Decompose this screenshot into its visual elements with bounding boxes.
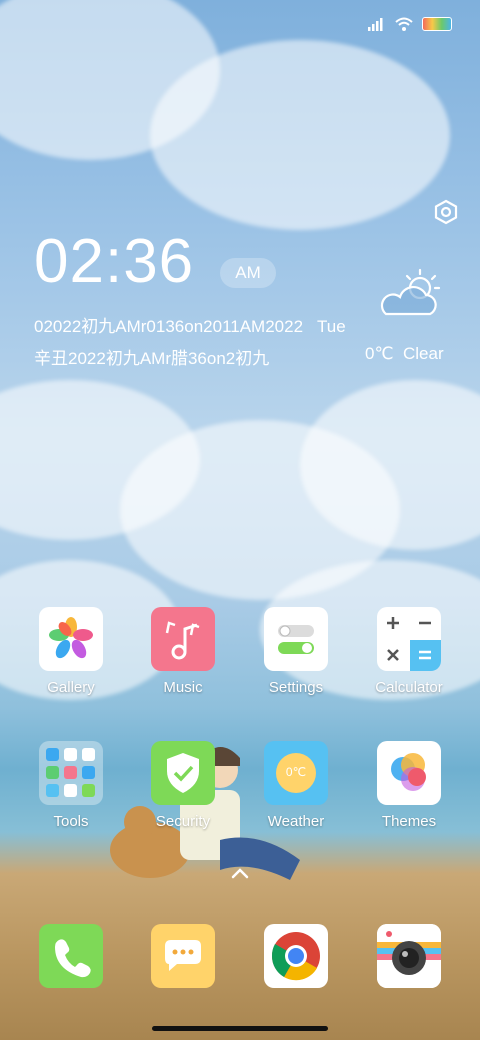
app-calculator[interactable]: Calculator [354, 607, 464, 696]
themes-icon[interactable] [377, 741, 441, 805]
chevron-up-icon[interactable] [230, 866, 250, 880]
dock-camera[interactable] [354, 924, 464, 988]
chrome-icon[interactable] [264, 924, 328, 988]
app-themes[interactable]: Themes [354, 741, 464, 830]
weather-condition: Clear [403, 344, 444, 363]
date-text: 02022初九AMr0136on2011AM2022 [34, 317, 304, 336]
camera-icon[interactable] [377, 924, 441, 988]
weather-temp: 0℃ [365, 344, 394, 363]
phone-icon[interactable] [39, 924, 103, 988]
app-settings[interactable]: Settings [241, 607, 351, 696]
date-line-1: 02022初九AMr0136on2011AM2022 Tue [34, 312, 346, 337]
weather-app-icon[interactable]: 0℃ [264, 741, 328, 805]
wifi-icon [395, 17, 413, 31]
weather-summary: 0℃ Clear [365, 344, 444, 364]
app-gallery[interactable]: Gallery [16, 607, 126, 696]
app-label: Weather [267, 813, 325, 830]
settings-icon[interactable] [264, 607, 328, 671]
dock-chrome[interactable] [241, 924, 351, 988]
security-icon[interactable] [151, 741, 215, 805]
date-line-2: 辛丑2022初九AMr腊36on2初九 [34, 349, 270, 368]
clock-ampm: AM [220, 258, 276, 288]
dock-phone[interactable] [16, 924, 126, 988]
app-weather[interactable]: 0℃ Weather [241, 741, 351, 830]
wallpaper [0, 0, 480, 1040]
app-security[interactable]: Security [128, 741, 238, 830]
status-bar [368, 16, 452, 32]
dock-messages[interactable] [128, 924, 238, 988]
messages-icon[interactable] [151, 924, 215, 988]
home-indicator[interactable] [152, 1026, 328, 1031]
app-label: Music [163, 679, 203, 696]
app-tools-folder[interactable]: Tools [16, 741, 126, 830]
music-icon[interactable] [151, 607, 215, 671]
tools-folder-icon[interactable] [39, 741, 103, 805]
day-of-week: Tue [317, 317, 346, 336]
app-label: Calculator [375, 679, 443, 696]
app-label: Gallery [47, 679, 95, 696]
app-label: Tools [53, 813, 89, 830]
app-label: Security [155, 813, 211, 830]
widget-settings-icon[interactable] [432, 198, 460, 226]
signal-icon [368, 18, 383, 31]
sun-cloud-icon[interactable] [378, 266, 444, 322]
app-music[interactable]: Music [128, 607, 238, 696]
clock-time[interactable]: 02:36 [34, 226, 194, 297]
gallery-icon[interactable] [39, 607, 103, 671]
weather-tile-temp: 0℃ [285, 765, 307, 779]
battery-icon [422, 17, 452, 31]
app-label: Settings [268, 679, 324, 696]
app-label: Themes [381, 813, 437, 830]
calculator-icon[interactable] [377, 607, 441, 671]
